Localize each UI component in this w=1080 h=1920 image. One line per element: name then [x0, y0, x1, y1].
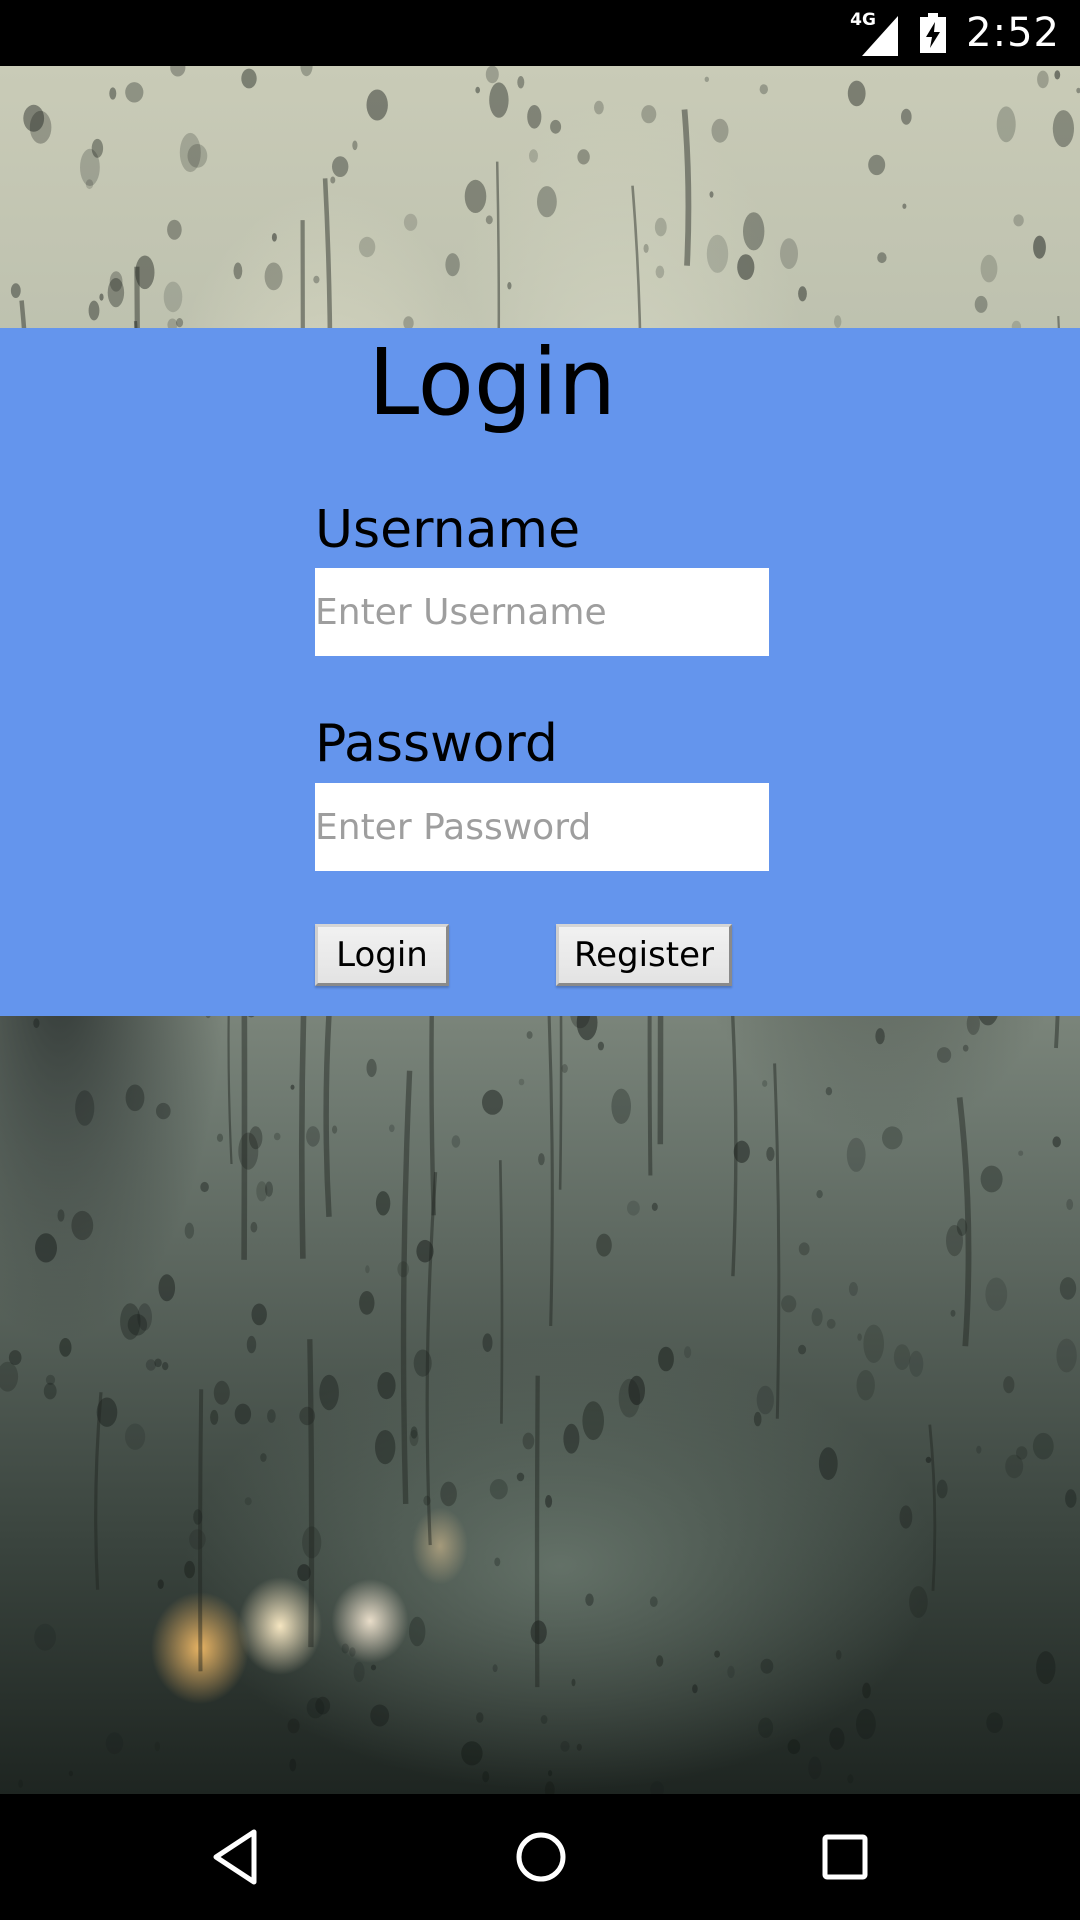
battery-charging-icon — [920, 13, 947, 53]
status-icons: 4G 2:52 — [850, 0, 1060, 66]
login-title: Login — [368, 329, 617, 436]
signal-icon: 4G — [850, 8, 900, 58]
navigation-bar — [0, 1794, 1080, 1920]
password-input[interactable] — [315, 783, 769, 871]
register-button[interactable]: Register — [556, 924, 732, 986]
back-icon[interactable] — [204, 1824, 270, 1890]
username-label: Username — [315, 500, 581, 560]
network-type-label: 4G — [850, 10, 876, 30]
status-time: 2:52 — [966, 10, 1060, 56]
login-panel: Login Username Password Login Register — [0, 328, 1080, 1016]
password-label: Password — [315, 714, 558, 774]
status-bar: 4G 2:52 — [0, 0, 1080, 66]
recent-apps-icon[interactable] — [812, 1824, 878, 1890]
login-button[interactable]: Login — [315, 924, 449, 986]
username-input[interactable] — [315, 568, 769, 656]
home-icon[interactable] — [508, 1824, 574, 1890]
